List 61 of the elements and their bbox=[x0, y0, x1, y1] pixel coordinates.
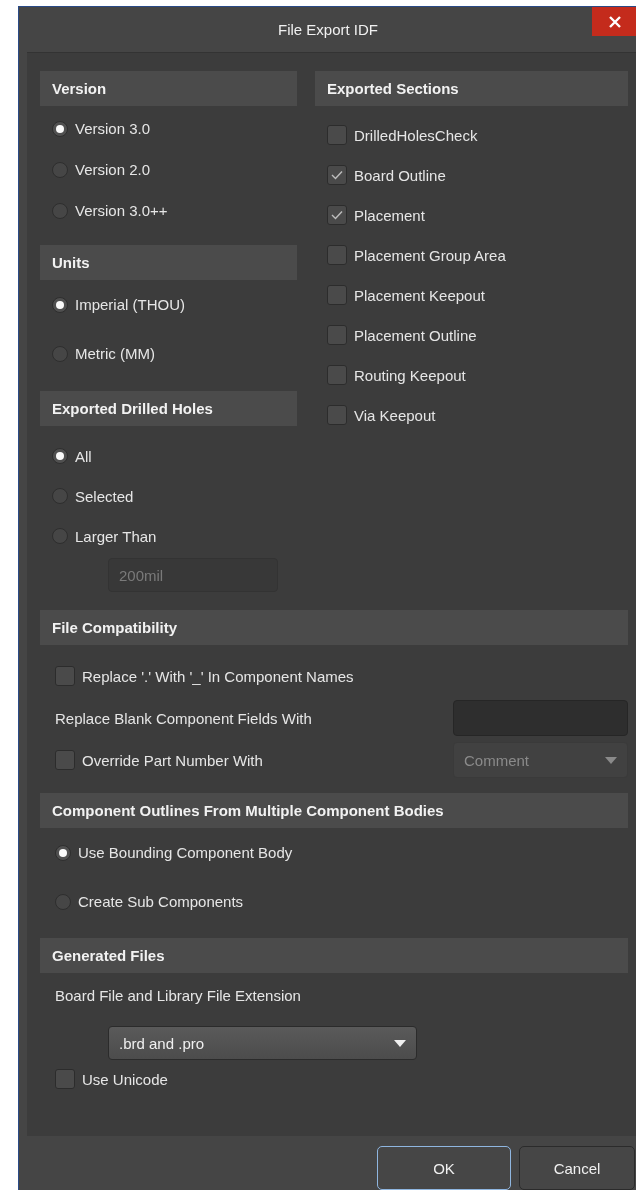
close-button[interactable] bbox=[592, 7, 636, 36]
checkbox-label: Placement Group Area bbox=[354, 246, 506, 264]
checkbox[interactable] bbox=[327, 285, 347, 305]
checkbox-label: Routing Keepout bbox=[354, 366, 466, 384]
checkbox[interactable] bbox=[327, 125, 347, 145]
radio-button[interactable] bbox=[52, 161, 68, 178]
section-header: Component Outlines From Multiple Component Bodies bbox=[40, 793, 628, 828]
section-header: Exported Drilled Holes bbox=[40, 391, 297, 426]
radio-label: Imperial (THOU) bbox=[75, 296, 185, 313]
check-icon bbox=[331, 170, 343, 180]
section-header: Generated Files bbox=[40, 938, 628, 973]
close-icon bbox=[608, 15, 621, 28]
radio-button[interactable] bbox=[52, 448, 68, 464]
checkbox-label: Board Outline bbox=[354, 166, 446, 184]
checkbox[interactable] bbox=[327, 365, 347, 385]
field-label: Replace Blank Component Fields With bbox=[55, 709, 312, 727]
radio-label: Create Sub Components bbox=[78, 893, 244, 910]
radio-label: Version 2.0 bbox=[75, 161, 151, 178]
checkbox[interactable] bbox=[327, 205, 347, 225]
radio-label: Metric (MM) bbox=[75, 345, 155, 362]
radio-button[interactable] bbox=[55, 844, 71, 861]
checkbox[interactable] bbox=[327, 165, 347, 185]
checkbox[interactable] bbox=[327, 245, 347, 265]
radio-button[interactable] bbox=[52, 488, 68, 504]
checkbox-label: Override Part Number With bbox=[82, 751, 263, 769]
radio-label: Version 3.0 bbox=[75, 120, 151, 137]
radio-button[interactable] bbox=[52, 528, 68, 544]
checkbox[interactable] bbox=[55, 1069, 75, 1089]
section-header: File Compatibility bbox=[40, 610, 628, 645]
window-title: File Export IDF bbox=[278, 21, 378, 38]
checkbox-label: Placement Keepout bbox=[354, 286, 485, 304]
checkbox[interactable] bbox=[327, 325, 347, 345]
radio-label: All bbox=[75, 447, 92, 465]
checkbox[interactable] bbox=[55, 750, 75, 770]
checkbox-label: Placement Outline bbox=[354, 326, 477, 344]
dialog-button[interactable]: Cancel bbox=[519, 1146, 635, 1190]
radio-button[interactable] bbox=[52, 345, 68, 362]
caret-icon bbox=[605, 756, 617, 764]
section-header: Units bbox=[40, 245, 297, 280]
radio-label: Use Bounding Component Body bbox=[78, 844, 293, 861]
section-header: Version bbox=[40, 71, 297, 106]
caret-icon bbox=[394, 1039, 406, 1047]
radio-button[interactable] bbox=[52, 296, 68, 313]
checkbox[interactable] bbox=[55, 666, 75, 686]
checkbox[interactable] bbox=[327, 405, 347, 425]
checkbox-label: DrilledHolesCheck bbox=[354, 126, 478, 144]
checkbox-label: Placement bbox=[354, 206, 425, 224]
radio-button[interactable] bbox=[55, 893, 71, 910]
dropdown[interactable]: .brd and .pro bbox=[108, 1026, 417, 1060]
radio-label: Larger Than bbox=[75, 527, 157, 545]
dialog-button[interactable]: OK bbox=[377, 1146, 511, 1190]
radio-label: Version 3.0++ bbox=[75, 202, 168, 219]
radio-button[interactable] bbox=[52, 120, 68, 137]
checkbox-label: Use Unicode bbox=[82, 1070, 168, 1088]
radio-button[interactable] bbox=[52, 202, 68, 219]
check-icon bbox=[331, 210, 343, 220]
checkbox-label: Replace '.' With '_' In Component Names bbox=[82, 667, 354, 685]
field-label: Board File and Library File Extension bbox=[55, 987, 301, 1004]
checkbox-label: Via Keepout bbox=[354, 406, 436, 424]
radio-label: Selected bbox=[75, 487, 134, 505]
section-header: Exported Sections bbox=[315, 71, 628, 106]
